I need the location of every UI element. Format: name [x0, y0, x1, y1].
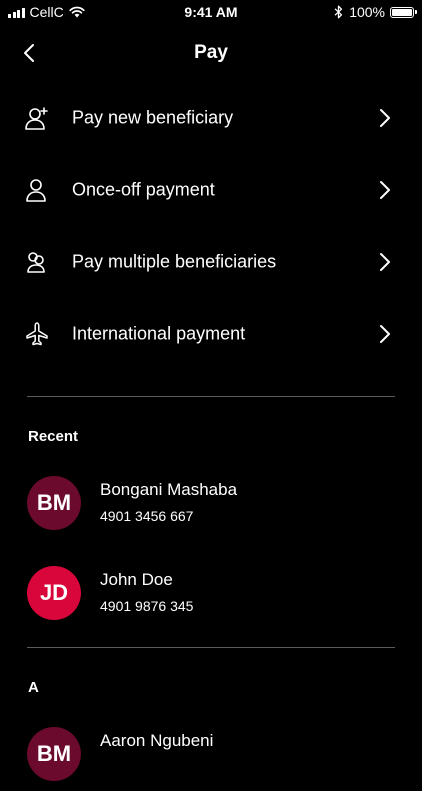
menu-item-once-off-payment[interactable]: Once-off payment	[0, 154, 422, 226]
nav-bar: Pay	[0, 30, 422, 78]
recent-contact-item[interactable]: JD John Doe 4901 9876 345	[0, 566, 422, 630]
contact-account-number: 4901 3456 667	[100, 508, 194, 524]
menu-item-international-payment[interactable]: International payment	[0, 298, 422, 370]
menu-item-pay-multiple-beneficiaries[interactable]: Pay multiple beneficiaries	[0, 226, 422, 298]
section-heading-recent: Recent	[28, 428, 79, 445]
recent-contact-item[interactable]: BM Bongani Mashaba 4901 3456 667	[0, 476, 422, 540]
payment-options-menu: Pay new beneficiary Once-off payment Pay…	[0, 82, 422, 370]
page-title: Pay	[194, 42, 228, 63]
avatar: BM	[27, 476, 81, 530]
chevron-right-icon	[380, 253, 390, 271]
avatar: BM	[27, 727, 81, 781]
bluetooth-icon	[334, 5, 343, 19]
battery-icon	[390, 6, 417, 18]
chevron-right-icon	[380, 109, 390, 127]
multiple-people-icon	[24, 249, 50, 275]
avatar: JD	[27, 566, 81, 620]
contact-name: Bongani Mashaba	[100, 480, 238, 499]
airplane-icon	[24, 321, 50, 347]
section-heading-a: A	[28, 679, 39, 696]
divider	[27, 396, 395, 397]
menu-item-label: Pay new beneficiary	[72, 107, 234, 128]
beneficiary-list-item[interactable]: BM Aaron Ngubeni	[0, 727, 422, 791]
chevron-right-icon	[380, 325, 390, 343]
contact-name: John Doe	[100, 570, 173, 589]
contact-name: Aaron Ngubeni	[100, 731, 214, 750]
menu-item-label: Pay multiple beneficiaries	[72, 251, 277, 272]
menu-item-label: Once-off payment	[72, 179, 215, 200]
chevron-right-icon	[380, 181, 390, 199]
menu-item-label: International payment	[72, 323, 246, 344]
menu-item-pay-new-beneficiary[interactable]: Pay new beneficiary	[0, 82, 422, 154]
divider	[27, 647, 395, 648]
contact-account-number: 4901 9876 345	[100, 598, 194, 614]
status-right: 100%	[334, 4, 417, 20]
status-bar: CellC 9:41 AM 100%	[0, 0, 422, 26]
person-icon	[24, 177, 50, 203]
add-person-icon	[24, 105, 50, 131]
battery-percentage: 100%	[349, 4, 385, 20]
